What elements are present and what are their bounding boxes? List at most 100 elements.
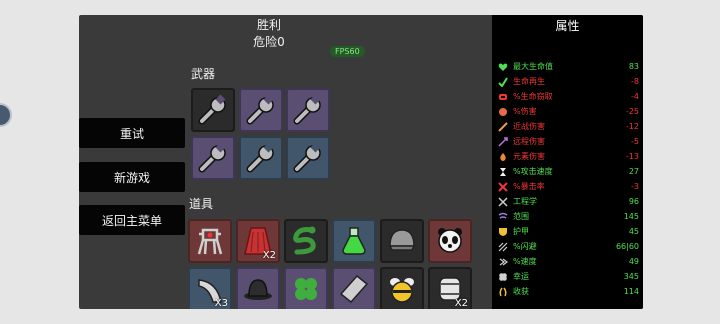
bowler-hat-icon [244, 279, 272, 300]
stat-row: %生命窃取 -4 [498, 89, 639, 104]
stat-row: 生命再生 -8 [498, 74, 639, 89]
game-end-panel: 胜利 危险0 FPS60 重试 新游戏 返回主菜单 武器 道具 X2 X3 X2… [79, 15, 643, 309]
screen: 胜利 危险0 FPS60 重试 新游戏 返回主菜单 武器 道具 X2 X3 X2… [0, 0, 720, 324]
robot-frame-icon [197, 228, 223, 255]
weapon-slot[interactable] [191, 88, 235, 132]
stat-row: 近战伤害 -12 [498, 119, 639, 134]
item-slot[interactable]: X3 [188, 267, 232, 309]
weapon-slot[interactable] [286, 136, 330, 180]
fps-badge: FPS60 [330, 46, 365, 57]
wrench-icon [198, 142, 226, 173]
stat-name: 远程伤害 [513, 137, 545, 146]
stat-value: 345 [623, 272, 639, 281]
item-slot[interactable] [188, 219, 232, 263]
melee-icon [498, 121, 508, 132]
wrench-icon [293, 142, 321, 173]
stat-row: 元素伤害 -13 [498, 149, 639, 164]
stat-value: 145 [623, 212, 639, 221]
damage-icon [498, 107, 508, 117]
stat-row: 收获 114 [498, 284, 639, 299]
luck-icon [498, 272, 508, 282]
stat-value: -13 [625, 152, 639, 161]
side-handle-icon[interactable] [0, 103, 12, 127]
item-slot[interactable] [236, 267, 280, 309]
weapon-slot[interactable] [239, 88, 283, 132]
wrench-icon [246, 142, 274, 173]
stat-value: 49 [628, 257, 639, 266]
main-menu-button[interactable]: 返回主菜单 [79, 205, 185, 235]
stat-name: %攻击速度 [513, 167, 553, 176]
range-icon [498, 212, 508, 222]
crit-icon [498, 181, 508, 192]
weapon-slot[interactable] [286, 88, 330, 132]
stat-name: 元素伤害 [513, 152, 545, 161]
stat-name: 生命再生 [513, 77, 545, 86]
item-slot[interactable] [284, 219, 328, 263]
wrench-icon [246, 94, 274, 125]
stat-value: -12 [625, 122, 639, 131]
stat-row: 工程学 96 [498, 194, 639, 209]
stat-row: 远程伤害 -5 [498, 134, 639, 149]
engineering-icon [498, 196, 508, 207]
stat-row: %闪避 66|60 [498, 239, 639, 254]
stat-row: %速度 49 [498, 254, 639, 269]
stat-name: 工程学 [513, 197, 537, 206]
item-slot[interactable] [380, 267, 424, 309]
stat-name: %生命窃取 [513, 92, 553, 101]
stat-row: 最大生命值 83 [498, 59, 639, 74]
stat-value: 66|60 [615, 242, 639, 251]
weapon-slot[interactable] [191, 136, 235, 180]
stat-name: %闪避 [513, 242, 537, 251]
stat-value: 45 [628, 227, 639, 236]
attack-speed-icon [498, 167, 508, 177]
stat-row: 护甲 45 [498, 224, 639, 239]
retry-button[interactable]: 重试 [79, 118, 185, 148]
potion-icon [342, 227, 366, 255]
crystal-icon [339, 274, 369, 304]
stat-row: %攻击速度 27 [498, 164, 639, 179]
item-count: X2 [454, 298, 468, 309]
danger-level: 危险0 [253, 35, 285, 49]
stat-value: -25 [625, 107, 639, 116]
stats-title: 属性 [555, 19, 580, 33]
stat-name: 护甲 [513, 227, 529, 236]
armor-icon [498, 227, 508, 237]
stat-row: %暴击率 -3 [498, 179, 639, 194]
stat-value: -8 [631, 77, 639, 86]
stat-name: %暴击率 [513, 182, 545, 191]
harvest-icon [498, 287, 508, 297]
wrench-icon [198, 94, 226, 125]
helmet-icon [388, 229, 416, 251]
stat-name: %伤害 [513, 107, 537, 116]
item-slot[interactable] [428, 219, 472, 263]
regen-icon [498, 76, 508, 87]
bee-icon [390, 278, 414, 303]
heart-icon [498, 62, 508, 72]
ranged-icon [498, 136, 508, 147]
snake-icon [293, 226, 316, 255]
stat-name: 最大生命值 [513, 62, 553, 71]
stat-value: 96 [628, 197, 639, 206]
stat-name: 近战伤害 [513, 122, 545, 131]
stat-value: -3 [631, 182, 639, 191]
item-count: X2 [262, 250, 276, 261]
item-slot[interactable] [380, 219, 424, 263]
item-slot[interactable]: X2 [236, 219, 280, 263]
stat-name: 幸运 [513, 272, 529, 281]
elemental-icon [498, 152, 508, 162]
stat-row: 范围 145 [498, 209, 639, 224]
clover-icon [295, 278, 317, 300]
new-game-button[interactable]: 新游戏 [79, 162, 185, 192]
item-slot[interactable]: X2 [428, 267, 472, 309]
item-slot[interactable] [332, 267, 376, 309]
items-heading: 道具 [189, 197, 214, 211]
dodge-icon [498, 242, 508, 252]
speed-icon [498, 257, 508, 267]
stat-row: %伤害 -25 [498, 104, 639, 119]
weapons-heading: 武器 [191, 67, 216, 81]
result-title: 胜利 [256, 18, 281, 32]
weapon-slot[interactable] [239, 136, 283, 180]
item-slot[interactable] [332, 219, 376, 263]
stat-value: 27 [628, 167, 639, 176]
item-slot[interactable] [284, 267, 328, 309]
